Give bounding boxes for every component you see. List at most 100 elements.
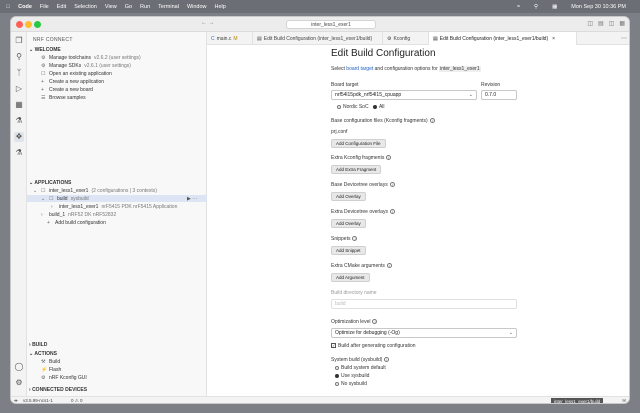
- app-menu[interactable]: Code: [18, 4, 32, 10]
- toggle-secondary-sidebar-icon[interactable]: ◫: [609, 20, 615, 27]
- problems-status[interactable]: 0 ⚠ 0: [71, 398, 83, 403]
- welcome-item-new-board[interactable]: + Create a new board: [41, 87, 93, 93]
- close-window-button[interactable]: [16, 21, 23, 28]
- checkbox-checked-icon[interactable]: ✓: [331, 343, 336, 348]
- source-control-icon[interactable]: ᛉ: [14, 68, 24, 78]
- manage-gear-icon[interactable]: ⚙: [14, 378, 24, 388]
- info-icon[interactable]: i: [429, 118, 435, 124]
- info-icon[interactable]: i: [386, 263, 392, 269]
- build-directory-input[interactable]: build: [331, 299, 517, 309]
- notifications-bell-icon[interactable]: ✉: [622, 398, 626, 403]
- welcome-item-samples[interactable]: ☰ Browse samples: [41, 95, 86, 101]
- info-icon[interactable]: i: [372, 319, 378, 325]
- info-icon[interactable]: i: [352, 236, 358, 242]
- welcome-item-open-app[interactable]: ☐ Open an existing application: [41, 71, 112, 77]
- welcome-item-sdks[interactable]: ⚙ Manage SDKs v2.6.1 (user settings): [41, 63, 131, 69]
- menu-run[interactable]: Run: [140, 4, 150, 10]
- add-snippet-button[interactable]: Add Snippet: [331, 246, 366, 255]
- sysbuild-option-default[interactable]: Build system default: [335, 365, 386, 371]
- devices-section-header[interactable]: › CONNECTED DEVICES: [29, 387, 87, 393]
- document-icon: ▤: [433, 35, 438, 42]
- build-section-header[interactable]: › BUILD: [29, 342, 47, 348]
- optimization-level-select[interactable]: Optimize for debugging (-Og) ⌄: [331, 328, 517, 338]
- radio-sysbuild-default[interactable]: [335, 365, 339, 370]
- board-target-link[interactable]: board target: [346, 66, 373, 72]
- applications-section-header[interactable]: ⌄ APPLICATIONS: [29, 180, 71, 186]
- search-icon[interactable]: ⚲: [14, 52, 24, 62]
- device-tree-icon[interactable]: ⚗: [14, 148, 24, 158]
- nrf-connect-icon[interactable]: ❖: [14, 132, 24, 142]
- info-icon[interactable]: i: [386, 155, 392, 161]
- build-after-checkbox-row[interactable]: ✓ Build after generating configuration: [331, 343, 416, 349]
- add-overlay-button[interactable]: Add Overlay: [331, 192, 366, 201]
- welcome-item-detail: v2.6.2 (user settings): [93, 55, 141, 61]
- action-flash[interactable]: ⚡ Flash: [41, 367, 61, 373]
- build-config-item[interactable]: ⌄ ☐ build sysbuild: [41, 196, 89, 202]
- maximize-window-button[interactable]: [34, 21, 41, 28]
- info-icon[interactable]: i: [389, 209, 395, 215]
- clock[interactable]: Mon Sep 30 10:36 PM: [571, 4, 626, 10]
- menu-edit[interactable]: Edit: [57, 4, 66, 10]
- apple-icon[interactable]: : [6, 4, 10, 10]
- radio-sysbuild-none[interactable]: [335, 381, 339, 386]
- build-image-item[interactable]: › inter_less1_exer1 nrF5415 PDK nrF5415 …: [51, 204, 177, 210]
- extensions-icon[interactable]: ▦: [14, 100, 24, 110]
- menu-go[interactable]: Go: [125, 4, 132, 10]
- info-icon[interactable]: i: [384, 357, 390, 363]
- radio-all[interactable]: [372, 104, 377, 109]
- application-item[interactable]: ⌄ ☐ inter_less1_exer1 (2 configurations …: [33, 188, 157, 194]
- add-argument-button[interactable]: Add Argument: [331, 273, 370, 282]
- add-extra-overlay-button[interactable]: Add Overlay: [331, 219, 366, 228]
- build-action-icon[interactable]: ▶: [187, 196, 191, 202]
- menu-help[interactable]: Help: [215, 4, 226, 10]
- add-configuration-file-button[interactable]: Add Configuration File: [331, 139, 386, 148]
- menu-terminal[interactable]: Terminal: [158, 4, 179, 10]
- revision-input[interactable]: 0.7.0: [481, 90, 517, 100]
- welcome-item-toolchains[interactable]: ⚙ Manage toolchains v2.6.2 (user setting…: [41, 55, 141, 61]
- menu-view[interactable]: View: [105, 4, 117, 10]
- snippets-label: Snippets i: [331, 236, 358, 242]
- welcome-section-header[interactable]: ⌄ WELCOME: [29, 47, 61, 53]
- forward-arrow-icon[interactable]: →: [209, 20, 215, 26]
- build1-config-item[interactable]: › build_1 nRF52 DK nRF52832: [41, 212, 116, 218]
- control-center-icon[interactable]: ▦: [552, 4, 557, 10]
- radio-nordic-soc[interactable]: [337, 104, 341, 109]
- welcome-item-new-app[interactable]: + Create a new application: [41, 79, 104, 85]
- account-icon[interactable]: ◯: [14, 362, 24, 372]
- add-build-config-item[interactable]: + Add build configuration: [47, 220, 106, 226]
- toggle-sidebar-icon[interactable]: ◫: [587, 20, 593, 27]
- menu-selection[interactable]: Selection: [74, 4, 97, 10]
- editor-more-icon[interactable]: ⋯: [621, 35, 627, 42]
- testing-icon[interactable]: ⚗: [14, 116, 24, 126]
- sysbuild-option-none[interactable]: No sysbuild: [335, 381, 367, 387]
- tab-kconfig[interactable]: ⚙ Kconfig: [383, 32, 429, 45]
- customize-layout-icon[interactable]: ▦: [619, 20, 625, 27]
- menu-window[interactable]: Window: [187, 4, 207, 10]
- active-build-status[interactable]: inter_less1_exer1/build: [551, 398, 604, 403]
- wifi-icon[interactable]: ≈: [517, 4, 520, 10]
- tab-edit-build-config-active[interactable]: ▤ Edit Build Configuration (inter_less1_…: [429, 32, 577, 45]
- action-build[interactable]: ⚒ Build: [41, 359, 60, 365]
- base-devicetree-label: Base Devicetree overlays i: [331, 182, 395, 188]
- run-debug-icon[interactable]: ▷: [14, 84, 24, 94]
- remote-icon[interactable]: ⇼: [14, 398, 18, 403]
- command-center-search[interactable]: inter_less1_exer1: [286, 20, 376, 29]
- info-icon[interactable]: i: [389, 182, 395, 188]
- tab-edit-build-config-1[interactable]: ▤ Edit Build Configuration (inter_less1_…: [253, 32, 383, 45]
- minimize-window-button[interactable]: [25, 21, 32, 28]
- tab-main-c[interactable]: C main.c M: [207, 32, 253, 45]
- radio-sysbuild-use[interactable]: [335, 373, 339, 378]
- add-extra-fragment-button[interactable]: Add Extra Fragment: [331, 165, 382, 174]
- toggle-panel-icon[interactable]: ▤: [598, 20, 604, 27]
- back-arrow-icon[interactable]: ←: [201, 20, 207, 26]
- board-target-select[interactable]: nrf54l15pdk_nrf54l15_cpuapp ⌄: [331, 90, 477, 100]
- sysbuild-option-use[interactable]: Use sysbuild: [335, 373, 369, 379]
- menu-file[interactable]: File: [40, 4, 49, 10]
- actions-section-header[interactable]: ⌄ ACTIONS: [29, 351, 57, 357]
- action-kconfig[interactable]: ⚙ nRF Kconfig GUI: [41, 375, 87, 381]
- more-actions-icon[interactable]: ⋯: [192, 196, 197, 202]
- branch-status[interactable]: v3.5.99-ncs1-1: [23, 398, 53, 403]
- explorer-icon[interactable]: ❐: [14, 36, 24, 46]
- close-tab-icon[interactable]: ×: [552, 36, 555, 42]
- search-icon[interactable]: ⚲: [534, 4, 538, 10]
